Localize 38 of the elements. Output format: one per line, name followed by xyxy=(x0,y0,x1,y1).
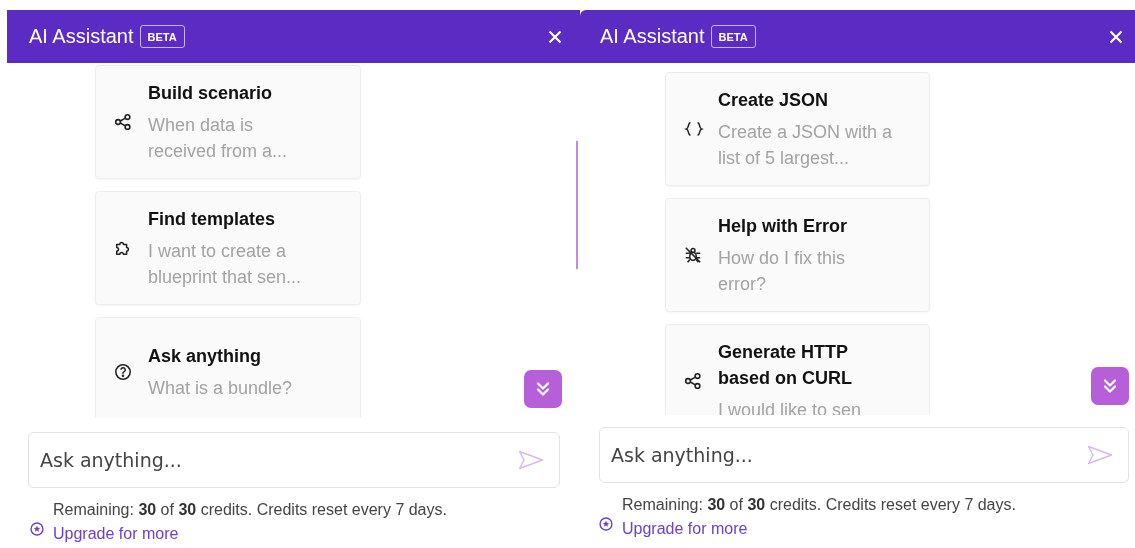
card-title: Create JSON xyxy=(718,89,830,112)
suggestion-card[interactable]: Create JSON Create a JSON with a list of 5 largest... xyxy=(665,72,930,186)
scrollbar[interactable] xyxy=(576,141,578,269)
credits-note: Remaining: 30 of 30 credits. Credits reset every 7 days. Upgrade for more xyxy=(622,495,1017,539)
beta-badge: BETA xyxy=(139,25,185,48)
credits-note: Remaining: 30 of 30 credits. Credits reset every 7 days. Upgrade for more xyxy=(53,500,448,544)
beta-badge: BETA xyxy=(710,25,756,48)
card-title: Ask anything xyxy=(148,345,263,368)
card-title: Generate HTTP based on CURL xyxy=(718,341,853,390)
card-description: I want to create a blueprint that sen... xyxy=(148,240,303,289)
message-field[interactable]: Ask anything... xyxy=(599,427,1129,483)
scroll-down-button[interactable] xyxy=(524,370,562,408)
upgrade-link[interactable]: Upgrade for more xyxy=(622,520,748,537)
card-description: How do I fix this error? xyxy=(718,247,847,296)
card-title: Find templates xyxy=(148,208,277,231)
bug-icon xyxy=(684,246,704,264)
card-title: Build scenario xyxy=(148,82,274,105)
star-badge-icon xyxy=(599,517,613,531)
braces-icon xyxy=(684,121,704,137)
close-icon xyxy=(548,29,562,44)
card-title: Help with Error xyxy=(718,215,848,238)
suggestion-card[interactable]: Build scenario When data is received from a... xyxy=(95,65,361,179)
scroll-down-button[interactable] xyxy=(1091,367,1129,405)
suggestion-card[interactable]: Ask anything What is a bundle? xyxy=(95,317,361,418)
panel-title: AI Assistant xyxy=(29,25,134,48)
upgrade-link[interactable]: Upgrade for more xyxy=(53,525,179,542)
share-icon xyxy=(114,113,134,131)
help-icon xyxy=(114,363,134,381)
close-icon xyxy=(1109,29,1123,44)
panel-title: AI Assistant xyxy=(600,25,705,48)
card-description: What is a bundle? xyxy=(148,377,294,400)
suggestion-card[interactable]: Help with Error How do I fix this error? xyxy=(665,198,930,312)
star-badge-icon xyxy=(30,522,44,536)
share-icon xyxy=(684,372,704,390)
card-description: When data is received from a... xyxy=(148,114,289,163)
card-description: Create a JSON with a list of 5 largest... xyxy=(718,121,894,170)
suggestion-card[interactable]: Find templates I want to create a blueprint that sen... xyxy=(95,191,361,305)
message-field[interactable]: Ask anything... xyxy=(28,432,560,488)
